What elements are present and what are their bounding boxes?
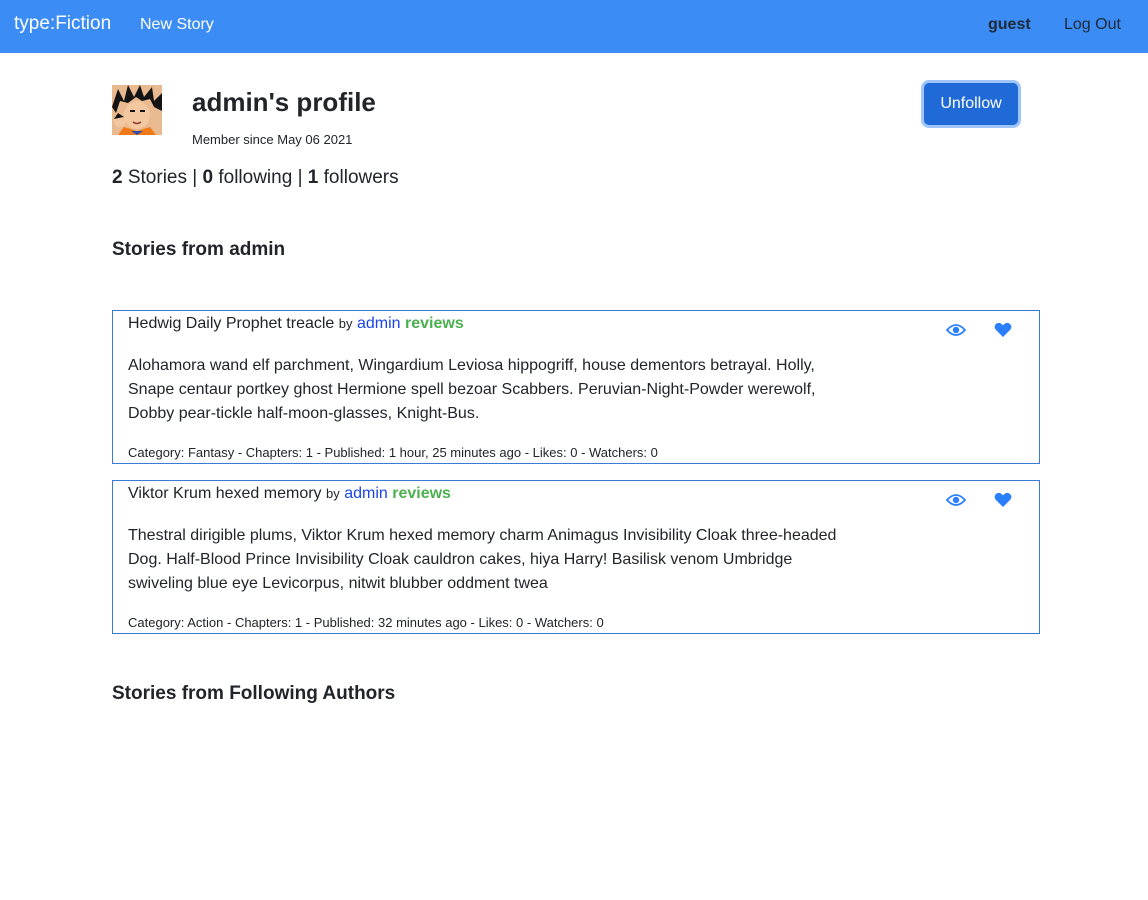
- story-summary: Thestral dirigible plums, Viktor Krum he…: [128, 527, 837, 592]
- stats-separator: |: [192, 167, 198, 188]
- avatar-image: [112, 85, 162, 135]
- story-reviews-link[interactable]: reviews: [405, 315, 464, 332]
- username-link[interactable]: guest: [988, 16, 1031, 34]
- story-header: Viktor Krum hexed memory by admin review…: [128, 485, 451, 503]
- followers-count: 1: [307, 167, 319, 188]
- avatar: [112, 85, 162, 135]
- watch-button[interactable]: [945, 321, 967, 339]
- followers-label: followers: [323, 167, 399, 188]
- story-card: Viktor Krum hexed memory by admin review…: [112, 480, 1040, 634]
- new-story-link[interactable]: New Story: [140, 16, 214, 34]
- story-title[interactable]: Viktor Krum hexed memory: [128, 485, 322, 502]
- story-author-link[interactable]: admin: [357, 315, 401, 332]
- following-label: following: [218, 167, 293, 188]
- brand-link[interactable]: type:Fiction: [14, 13, 111, 35]
- story-meta: Category: Fantasy - Chapters: 1 - Publis…: [128, 445, 658, 460]
- following-stories-heading: Stories from Following Authors: [112, 683, 396, 704]
- logout-link[interactable]: Log Out: [1064, 16, 1121, 34]
- story-meta: Category: Action - Chapters: 1 - Publish…: [128, 615, 604, 630]
- stories-count: 2: [112, 167, 123, 188]
- heart-icon: [994, 322, 1012, 337]
- story-title[interactable]: Hedwig Daily Prophet treacle: [128, 315, 334, 332]
- profile-stats: 2 Stories | 0 following | 1 followers: [112, 167, 399, 189]
- heart-icon: [994, 492, 1012, 507]
- member-since: Member since May 06 2021: [192, 132, 353, 147]
- story-reviews-link[interactable]: reviews: [392, 485, 451, 502]
- eye-icon: [946, 494, 966, 506]
- story-by: by: [338, 316, 353, 331]
- stats-separator: |: [297, 167, 303, 188]
- watch-button[interactable]: [945, 491, 967, 509]
- story-by: by: [326, 486, 340, 501]
- following-count: 0: [202, 167, 214, 188]
- story-author-link[interactable]: admin: [344, 485, 388, 502]
- like-button[interactable]: [992, 491, 1014, 509]
- eye-icon: [946, 324, 966, 336]
- own-stories-heading: Stories from admin: [112, 239, 286, 260]
- story-card: Hedwig Daily Prophet treacle by admin re…: [112, 310, 1040, 464]
- story-summary: Alohamora wand elf parchment, Wingardium…: [128, 357, 816, 422]
- like-button[interactable]: [992, 321, 1014, 339]
- stories-label: Stories: [127, 167, 187, 188]
- story-header: Hedwig Daily Prophet treacle by admin re…: [128, 315, 464, 333]
- top-navbar: type:Fiction New Story guest Log Out: [0, 0, 1148, 53]
- unfollow-button[interactable]: Unfollow: [924, 83, 1018, 125]
- profile-title: admin's profile: [192, 87, 376, 117]
